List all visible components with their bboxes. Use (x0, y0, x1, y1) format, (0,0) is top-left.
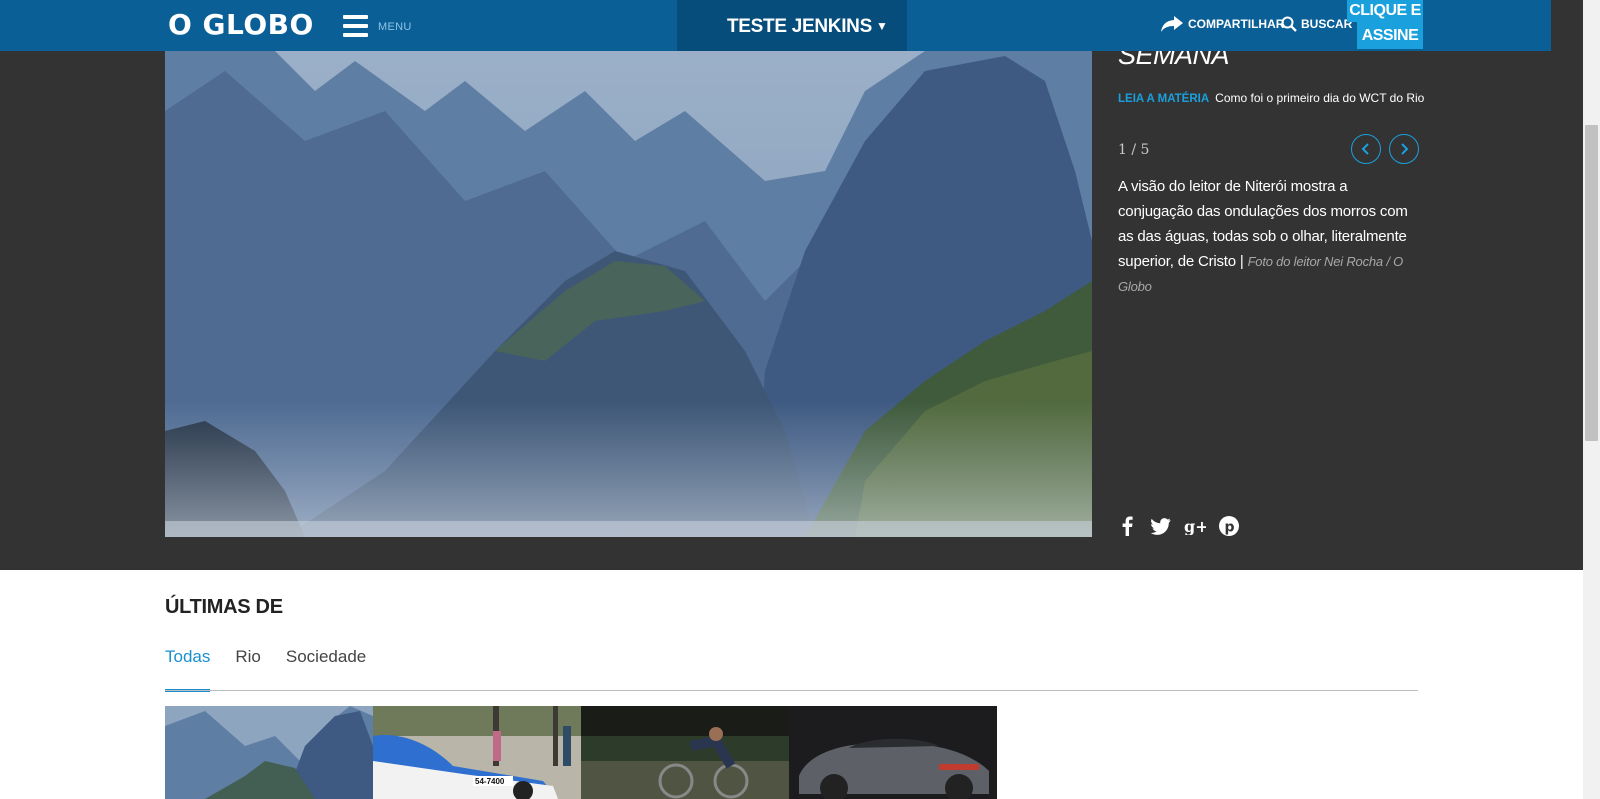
site-header: O GLOBO MENU TESTE JENKINS ▼ COMPARTILHA… (0, 0, 1551, 51)
photo-gallery: SEMANA LEIA A MATÉRIA Como foi o primeir… (0, 0, 1583, 570)
search-button[interactable]: BUSCAR (1281, 16, 1352, 32)
latest-tabs: Todas Rio Sociedade (165, 647, 391, 692)
pinterest-icon[interactable]: p (1218, 515, 1240, 537)
mountain-photo (165, 51, 1092, 537)
facebook-icon[interactable] (1116, 515, 1138, 537)
google-plus-icon[interactable]: g+ (1184, 515, 1206, 537)
caret-down-icon: ▼ (876, 19, 888, 33)
news-thumbnail-cyclist[interactable] (581, 706, 789, 799)
tab-sociedade[interactable]: Sociedade (286, 647, 366, 692)
site-logo[interactable]: O GLOBO (168, 8, 314, 41)
latest-news-heading: ÚLTIMAS DE (165, 596, 283, 618)
tabs-divider (165, 690, 1418, 691)
share-label: COMPARTILHAR (1188, 17, 1285, 31)
vertical-scrollbar[interactable] (1583, 0, 1600, 799)
menu-label[interactable]: MENU (378, 21, 412, 33)
tab-todas[interactable]: Todas (165, 647, 211, 692)
subscribe-line-2: ASSINE (1357, 22, 1423, 49)
slide-counter: 1 / 5 (1118, 142, 1150, 158)
twitter-icon[interactable] (1150, 515, 1172, 537)
share-arrow-icon (1161, 16, 1183, 32)
search-label: BUSCAR (1301, 17, 1353, 31)
chevron-left-icon (1361, 143, 1369, 155)
next-slide-button[interactable] (1389, 134, 1419, 164)
svg-text:54-7400: 54-7400 (475, 777, 505, 786)
tab-rio[interactable]: Rio (235, 647, 261, 692)
subscribe-button[interactable]: CLIQUE E ASSINE (1347, 0, 1423, 51)
read-more-tag[interactable]: LEIA A MATÉRIA (1118, 93, 1209, 105)
news-thumbnail-police-car[interactable]: 54-7400 (373, 706, 581, 799)
share-button[interactable]: COMPARTILHAR (1160, 16, 1284, 32)
search-icon (1281, 16, 1297, 32)
svg-text:g+: g+ (1184, 517, 1206, 535)
hamburger-menu-icon[interactable] (343, 15, 368, 37)
section-dropdown-label: TESTE JENKINS (727, 16, 872, 37)
news-thumbnail-car[interactable] (789, 706, 997, 799)
photo-caption: A visão do leitor de Niterói mostra a co… (1118, 174, 1423, 299)
gallery-photo[interactable] (165, 51, 1092, 537)
previous-slide-button[interactable] (1351, 134, 1381, 164)
scrollbar-thumb[interactable] (1585, 125, 1598, 441)
news-thumbnail-mountains[interactable] (165, 706, 373, 799)
read-more[interactable]: LEIA A MATÉRIA Como foi o primeiro dia d… (1118, 91, 1424, 105)
chevron-right-icon (1401, 143, 1409, 155)
news-thumbnails: 54-7400 (165, 706, 997, 799)
read-more-link[interactable]: Como foi o primeiro dia do WCT do Rio (1215, 91, 1424, 105)
section-dropdown[interactable]: TESTE JENKINS ▼ (677, 0, 907, 51)
social-share-bar: g+ p (1116, 515, 1252, 537)
svg-text:p: p (1225, 520, 1235, 536)
subscribe-line-1: CLIQUE E (1347, 0, 1423, 22)
